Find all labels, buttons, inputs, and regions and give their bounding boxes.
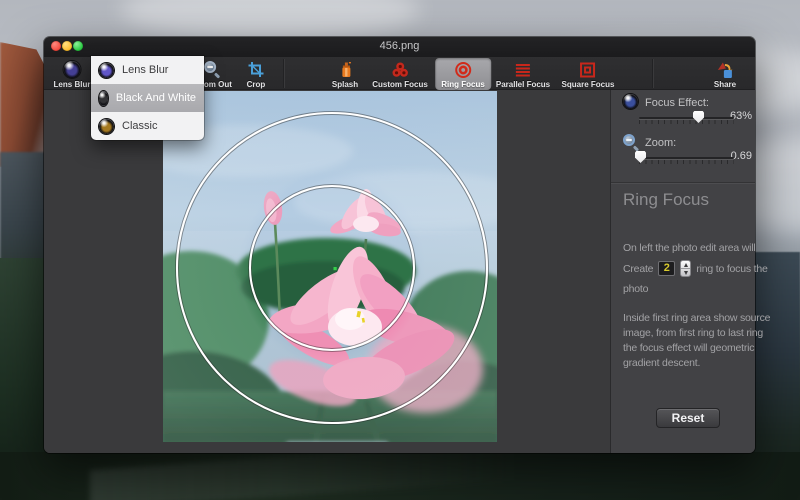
photo-456[interactable] bbox=[95, 91, 547, 495]
instruction-2: Inside first ring area show source image… bbox=[623, 312, 771, 369]
inspector-sidebar: Focus Effect: 63% Zoom: 0.69 Ring Focus … bbox=[610, 90, 770, 453]
focus-effect-label: Focus Effect: bbox=[645, 97, 709, 109]
focus-effect-slider-ticks bbox=[639, 120, 734, 124]
lens-blue-icon bbox=[99, 62, 114, 78]
spray-can-icon bbox=[335, 60, 354, 79]
ring-icon bbox=[454, 60, 473, 79]
lens-gold-icon bbox=[99, 118, 114, 134]
section-title: Ring Focus bbox=[623, 190, 709, 209]
focus-effect-slider-track[interactable] bbox=[639, 117, 734, 119]
zoom-magnifier-icon bbox=[623, 134, 640, 151]
toolbar-item-ring-focus[interactable]: Ring Focus bbox=[435, 58, 491, 90]
toolbar-item-lens-blur[interactable]: Lens Blur bbox=[48, 58, 97, 90]
crop-icon bbox=[247, 60, 266, 79]
titlebar[interactable]: 456.png bbox=[44, 37, 755, 57]
zoom-slider-ticks bbox=[639, 160, 734, 164]
ring-count-stepper[interactable] bbox=[680, 260, 692, 277]
square-icon bbox=[579, 60, 598, 79]
toolbar-item-square-focus[interactable]: Square Focus bbox=[556, 58, 621, 90]
photo-edit-area[interactable] bbox=[44, 90, 610, 495]
zoom-slider-track[interactable] bbox=[639, 157, 734, 159]
lens-black-icon bbox=[99, 90, 108, 106]
magnifier-minus-icon bbox=[204, 60, 223, 79]
zoom-label: Zoom: bbox=[645, 137, 677, 149]
ring-count-field[interactable]: 2 bbox=[658, 261, 676, 276]
toolbar-item-custom-focus[interactable]: Custom Focus bbox=[366, 58, 434, 90]
window-title: 456.png bbox=[379, 40, 420, 52]
focus-effect-lens-icon bbox=[623, 94, 638, 109]
stepper-down-icon[interactable] bbox=[681, 269, 690, 276]
app-window: 456.png Lens Blur Zoom Out Crop Splash C… bbox=[44, 37, 770, 495]
filter-dropdown-menu: Lens Blur Black And White Classic bbox=[91, 56, 204, 140]
toolbar-item-share[interactable]: Share bbox=[708, 58, 742, 90]
instruction-1: On left the photo edit area will Create … bbox=[623, 242, 768, 295]
toolbar-separator bbox=[652, 59, 653, 88]
toolbar-separator bbox=[283, 59, 284, 88]
menu-item-black-and-white[interactable]: Black And White bbox=[91, 84, 204, 112]
toolbar-item-crop[interactable]: Crop bbox=[241, 58, 272, 90]
three-circles-icon bbox=[391, 60, 410, 79]
lotus-photo-render bbox=[95, 91, 547, 495]
share-icon bbox=[715, 60, 734, 79]
lens-icon bbox=[63, 60, 82, 79]
parallel-lines-icon bbox=[514, 60, 533, 79]
sidebar-divider bbox=[611, 182, 755, 183]
toolbar-item-parallel-focus[interactable]: Parallel Focus bbox=[490, 58, 556, 90]
menu-item-classic[interactable]: Classic bbox=[91, 112, 204, 140]
create-word: Create bbox=[623, 262, 654, 275]
stepper-up-icon[interactable] bbox=[681, 261, 691, 269]
toolbar-item-splash[interactable]: Splash bbox=[326, 58, 364, 90]
menu-item-lens-blur[interactable]: Lens Blur bbox=[91, 56, 204, 84]
desktop: 456.png Lens Blur Zoom Out Crop Splash C… bbox=[0, 0, 800, 500]
reset-button[interactable]: Reset bbox=[656, 408, 720, 428]
